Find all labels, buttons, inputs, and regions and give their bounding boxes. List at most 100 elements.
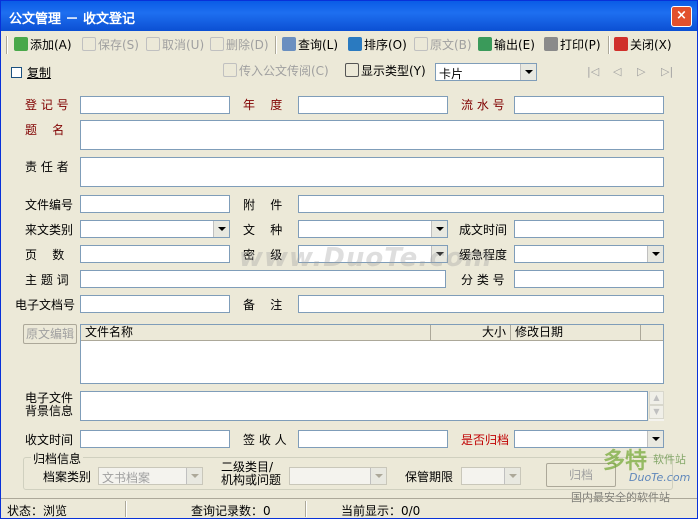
grid-header-modified[interactable]: 修改日期 [511, 325, 641, 341]
document-icon [414, 37, 428, 51]
urgency-select[interactable] [514, 245, 664, 263]
remark-label: 备 注 [243, 298, 283, 312]
original-button[interactable]: 原文(B) [414, 35, 472, 55]
signer-label: 签 收 人 [243, 433, 287, 447]
close-label: 关闭(X) [630, 38, 672, 52]
save-button[interactable]: 保存(S) [82, 35, 139, 55]
responsible-input[interactable] [80, 157, 664, 187]
copy-checkbox[interactable] [11, 67, 22, 78]
source-type-select[interactable] [80, 220, 230, 238]
save-icon [82, 37, 96, 51]
prev-record-button[interactable]: ◁ [613, 65, 621, 78]
cancel-label: 取消(U) [162, 38, 205, 52]
delete-button[interactable]: 删除(D) [210, 35, 269, 55]
chevron-down-icon [431, 221, 447, 237]
year-input[interactable] [298, 96, 448, 114]
doc-kind-select[interactable] [298, 220, 448, 238]
transfer-icon [223, 63, 237, 77]
window-close-button[interactable]: × [671, 6, 692, 27]
logo-sub: 软件站 [653, 453, 686, 466]
archive-type-label: 档案类别 [43, 470, 92, 484]
watermark: www.DuoTe.com [239, 243, 493, 273]
is-archived-label: 是否归档 [461, 433, 510, 447]
export-icon [478, 37, 492, 51]
file-grid[interactable]: 文件名称 大小 修改日期 [80, 324, 664, 384]
grid-header-size[interactable]: 大小 [431, 325, 511, 341]
display-type-select[interactable]: 卡片 [435, 63, 537, 81]
signer-input[interactable] [298, 430, 448, 448]
transfer-button[interactable]: 传入公文传阅(C) [223, 61, 329, 81]
source-type-label: 来文类别 [25, 223, 74, 237]
reg-no-input[interactable] [80, 96, 230, 114]
delete-label: 删除(D) [226, 38, 269, 52]
add-icon [14, 37, 28, 51]
first-record-button[interactable]: |◁ [587, 65, 599, 78]
receive-time-input[interactable] [80, 430, 230, 448]
status-divider [125, 501, 127, 517]
form-area: 登 记 号 年 度 流 水 号 题 名 责 任 者 文件编号 附 件 来文类别 … [1, 87, 697, 497]
scroll-up-icon[interactable]: ▲ [649, 391, 664, 405]
status-query-count: 查询记录数：0 [191, 504, 271, 518]
subject-label: 主 题 词 [25, 273, 69, 287]
display-type-value: 卡片 [439, 67, 464, 81]
category-no-label: 分 类 号 [461, 273, 505, 287]
title-label: 题 名 [25, 123, 65, 137]
grid-header-filename[interactable]: 文件名称 [81, 325, 431, 341]
sort-button[interactable]: 排序(O) [348, 35, 407, 55]
search-icon [282, 37, 296, 51]
scroll-down-icon[interactable]: ▼ [649, 405, 664, 419]
toolbar-separator [275, 36, 277, 54]
export-button[interactable]: 输出(E) [478, 35, 535, 55]
next-record-button[interactable]: ▷ [637, 65, 645, 78]
last-record-button[interactable]: ▷| [661, 65, 673, 78]
cancel-icon [146, 37, 160, 51]
archive-group-label: 归档信息 [31, 450, 84, 467]
archive-sub-label: 二级类目/ 机构或问题 [221, 460, 282, 487]
sort-label: 排序(O) [364, 38, 407, 52]
doc-no-label: 文件编号 [25, 198, 74, 212]
toolbar: 添加(A) 保存(S) 取消(U) 删除(D) 查询(L) 排序(O) 原文(B… [4, 33, 694, 57]
edoc-bg-input[interactable] [80, 391, 648, 421]
pages-label: 页 数 [25, 248, 65, 262]
chevron-down-icon [504, 468, 520, 484]
query-label: 查询(L) [298, 38, 339, 52]
archive-type-select[interactable]: 文书档案 [98, 467, 203, 485]
print-label: 打印(P) [560, 38, 601, 52]
grid-header-filler [641, 325, 663, 341]
title-input[interactable] [80, 120, 664, 150]
save-label: 保存(S) [98, 38, 139, 52]
archive-period-label: 保管期限 [405, 470, 454, 484]
display-type-button[interactable]: 显示类型(Y) [345, 61, 426, 81]
edoc-bg-scrollbar[interactable]: ▲ ▼ [649, 391, 664, 421]
attachment-input[interactable] [298, 195, 664, 213]
receive-time-label: 收文时间 [25, 433, 74, 447]
sort-icon [348, 37, 362, 51]
copy-label: 复制 [27, 66, 52, 80]
add-label: 添加(A) [30, 38, 72, 52]
status-state: 状态：浏览 [7, 504, 68, 518]
delete-icon [210, 37, 224, 51]
original-label: 原文(B) [430, 38, 472, 52]
cancel-button[interactable]: 取消(U) [146, 35, 204, 55]
archive-sub-select[interactable] [289, 467, 387, 485]
export-label: 输出(E) [494, 38, 535, 52]
toolbar-separator [6, 36, 8, 54]
serial-no-input[interactable] [514, 96, 664, 114]
pages-input[interactable] [80, 245, 230, 263]
category-no-input[interactable] [514, 270, 664, 288]
add-button[interactable]: 添加(A) [14, 35, 72, 55]
close-button[interactable]: 关闭(X) [614, 35, 672, 55]
edoc-bg-label: 电子文件 背景信息 [25, 391, 74, 418]
chevron-down-icon [647, 246, 663, 262]
archive-period-select[interactable] [461, 467, 521, 485]
edit-original-button[interactable]: 原文编辑 [23, 324, 77, 344]
query-button[interactable]: 查询(L) [282, 35, 338, 55]
remark-input[interactable] [298, 295, 664, 313]
window: 公文管理 － 收文登记 × 添加(A) 保存(S) 取消(U) 删除(D) 查询… [0, 0, 698, 519]
created-time-input[interactable] [514, 220, 664, 238]
status-divider [305, 501, 307, 517]
edoc-no-input[interactable] [80, 295, 230, 313]
attachment-label: 附 件 [243, 198, 283, 212]
doc-no-input[interactable] [80, 195, 230, 213]
print-button[interactable]: 打印(P) [544, 35, 601, 55]
